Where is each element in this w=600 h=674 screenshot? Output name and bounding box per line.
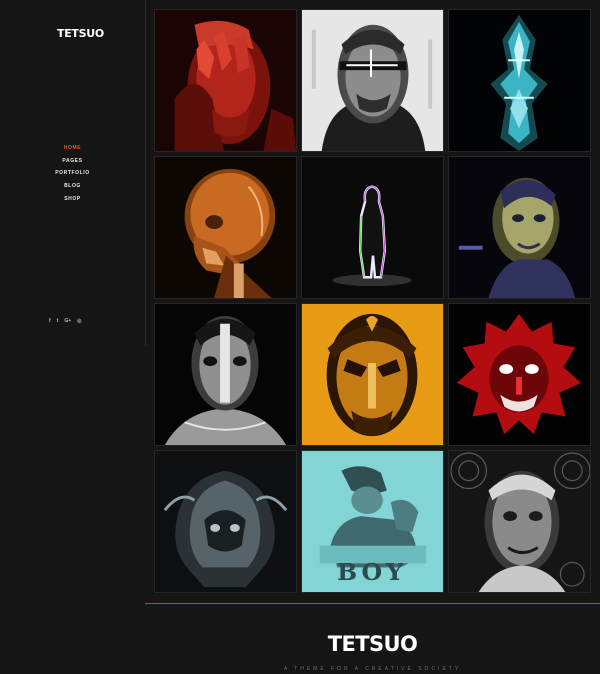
nav-item-home[interactable]: HOME [0, 142, 145, 155]
portfolio-tile-red-face[interactable] [154, 9, 297, 152]
portfolio-tile-yellow-face[interactable] [448, 156, 591, 299]
glowing-figure-artwork [302, 157, 443, 298]
portfolio-tile-glowing-figure[interactable] [301, 156, 444, 299]
instagram-icon[interactable]: ◎ [77, 317, 81, 325]
alien-mask-artwork [155, 451, 296, 592]
orange-xray-skull-artwork [155, 157, 296, 298]
page: TETSUO HOME PAGES PORTFOLIO BLOG SHOP f … [0, 0, 600, 674]
nav-item-portfolio[interactable]: PORTFOLIO [0, 167, 145, 180]
glitch-face-artwork [302, 10, 443, 151]
portfolio-tile-mirrored-face[interactable] [154, 303, 297, 446]
twitter-icon[interactable]: t [57, 317, 59, 325]
boy-poster-text: BOY [337, 558, 407, 586]
portfolio-tile-orange-mirrored-face[interactable] [301, 303, 444, 446]
portfolio-tile-cyan-boy[interactable]: BOY [301, 450, 444, 593]
portfolio-tile-halftone-face[interactable] [448, 450, 591, 593]
nav-item-blog[interactable]: BLOG [0, 180, 145, 193]
mirrored-face-artwork [155, 304, 296, 445]
portfolio-tile-orange-skull[interactable] [154, 156, 297, 299]
nav-item-shop[interactable]: SHOP [0, 193, 145, 206]
nav-item-pages[interactable]: PAGES [0, 155, 145, 168]
yellow-noise-face-artwork [449, 157, 590, 298]
cyan-boy-poster-artwork: BOY [302, 451, 443, 592]
portfolio-grid: BOY [154, 9, 591, 593]
sidebar: TETSUO HOME PAGES PORTFOLIO BLOG SHOP f … [0, 0, 146, 346]
google-plus-icon[interactable]: G+ [64, 317, 71, 325]
footer-logo[interactable]: TETSUO [145, 632, 600, 656]
social-links: f t G+ ◎ [49, 317, 82, 325]
halftone-face-artwork [449, 451, 590, 592]
site-logo[interactable]: TETSUO [57, 27, 104, 40]
portfolio-tile-red-lion[interactable] [448, 303, 591, 446]
main-nav: HOME PAGES PORTFOLIO BLOG SHOP [0, 142, 145, 205]
facebook-icon[interactable]: f [49, 317, 51, 325]
footer-divider [145, 603, 600, 604]
cyan-symmetry-artwork [449, 10, 590, 151]
footer-tagline: A THEME FOR A CREATIVE SOCIETY [283, 666, 462, 672]
portfolio-tile-alien-mask[interactable] [154, 450, 297, 593]
portfolio-tile-glitch-face[interactable] [301, 9, 444, 152]
orange-mirrored-face-artwork [302, 304, 443, 445]
portfolio-tile-cyan-symmetry[interactable] [448, 9, 591, 152]
red-face-artwork [155, 10, 296, 151]
red-lion-artwork [449, 304, 590, 445]
